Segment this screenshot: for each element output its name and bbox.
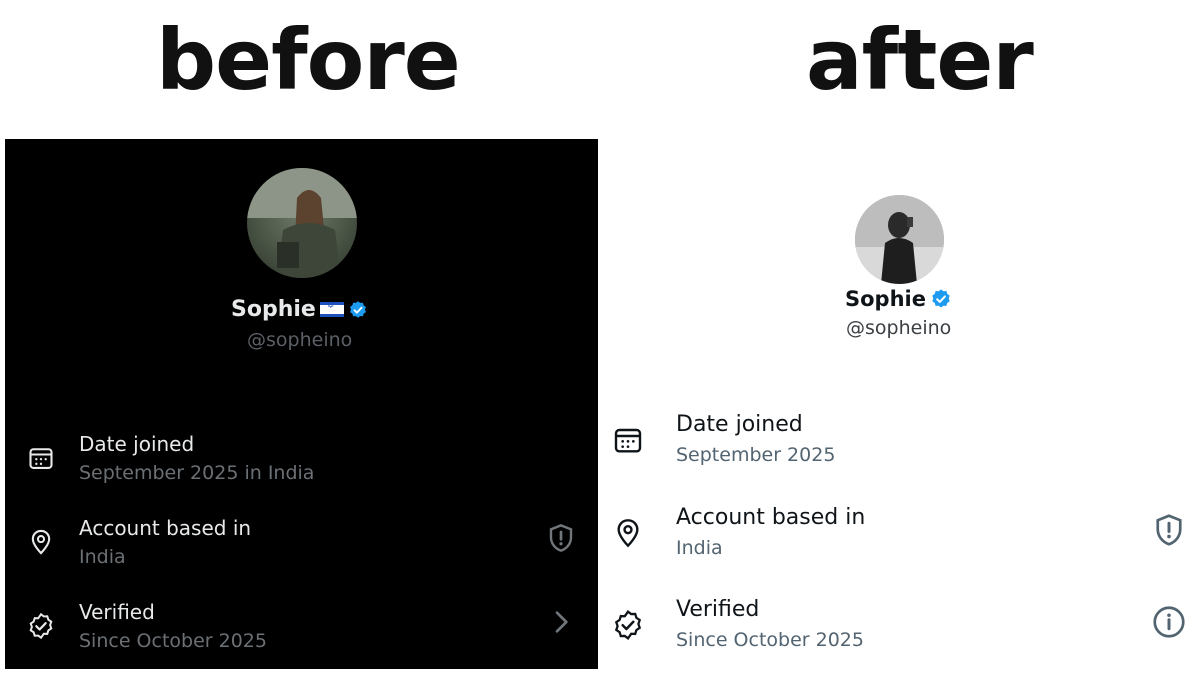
after-heading: after <box>806 11 1034 109</box>
account-location-label: Account based in <box>79 516 252 540</box>
before-profile-panel: Sophie @sopheino Date joined September 2… <box>5 139 598 669</box>
calendar-icon <box>614 428 642 453</box>
info-icon[interactable] <box>1151 604 1187 640</box>
verified-row[interactable]: Verified Since October 2025 <box>5 600 598 670</box>
verified-badge-icon <box>348 300 368 320</box>
shield-alert-icon[interactable] <box>545 522 577 554</box>
after-profile-panel: Sophie @sopheino Date joined September 2… <box>600 139 1200 674</box>
date-joined-value: September 2025 <box>676 444 836 466</box>
account-location-row: Account based in India <box>600 505 1200 575</box>
verified-value: Since October 2025 <box>676 629 864 651</box>
date-joined-value: September 2025 in India <box>79 462 315 484</box>
account-location-value: India <box>79 546 126 568</box>
verified-badge-icon <box>930 288 952 310</box>
location-pin-icon <box>31 529 51 555</box>
verified-check-icon <box>614 610 642 640</box>
date-joined-label: Date joined <box>79 432 195 456</box>
verified-row[interactable]: Verified Since October 2025 <box>600 597 1200 667</box>
display-name: Sophie <box>231 297 316 322</box>
account-location-label: Account based in <box>676 505 866 530</box>
date-joined-label: Date joined <box>676 412 803 437</box>
verified-label: Verified <box>676 597 760 622</box>
account-location-value: India <box>676 537 723 559</box>
date-joined-row: Date joined September 2025 in India <box>5 432 598 502</box>
verified-label: Verified <box>79 600 155 624</box>
display-name-row: Sophie <box>231 297 368 322</box>
israel-flag-icon <box>319 301 344 317</box>
chevron-right-icon[interactable] <box>545 606 577 638</box>
verified-check-icon <box>29 612 53 640</box>
profile-avatar[interactable] <box>247 168 357 278</box>
calendar-icon <box>29 448 53 469</box>
profile-avatar[interactable] <box>855 195 944 284</box>
shield-alert-icon[interactable] <box>1151 512 1187 548</box>
display-name: Sophie <box>845 287 926 311</box>
date-joined-row: Date joined September 2025 <box>600 412 1200 482</box>
before-heading: before <box>156 11 461 109</box>
location-pin-icon <box>617 519 639 548</box>
user-handle: @sopheino <box>247 329 353 351</box>
verified-value: Since October 2025 <box>79 630 267 652</box>
user-handle: @sopheino <box>846 317 952 339</box>
account-location-row: Account based in India <box>5 516 598 586</box>
display-name-row: Sophie <box>845 287 952 311</box>
